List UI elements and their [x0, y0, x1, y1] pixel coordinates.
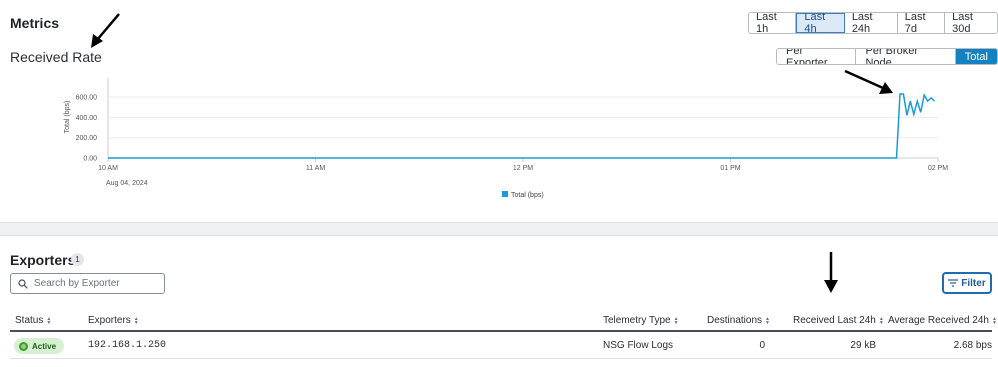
metrics-title: Metrics	[10, 15, 60, 31]
column-received-last-24h[interactable]: Received Last 24h ▲ ▼	[793, 315, 884, 326]
received-last-24h-cell: 29 kB	[850, 340, 876, 351]
sort-icon: ▲ ▼	[765, 315, 770, 326]
status-badge: Active	[14, 338, 65, 354]
sort-icon: ▲ ▼	[673, 315, 679, 326]
annotation-arrow	[844, 69, 893, 94]
legend-swatch	[502, 191, 508, 197]
exporter-address[interactable]: 192.168.1.250	[88, 340, 166, 351]
filter-button[interactable]: Filter	[942, 272, 992, 294]
x-tick-label: 10 AM	[98, 165, 118, 172]
x-tick-label: 02 PM	[928, 165, 948, 172]
time-range-1h-button[interactable]: Last 1h	[749, 13, 797, 33]
search-input[interactable]	[34, 278, 154, 289]
destinations-cell: 0	[759, 340, 765, 351]
column-status[interactable]: Status ▲ ▼	[15, 315, 51, 326]
time-range-4h-button[interactable]: Last 4h	[796, 13, 845, 33]
table-row[interactable]: Active 192.168.1.250 NSG Flow Logs 0 29 …	[10, 333, 992, 359]
y-tick-label: 0.00	[83, 156, 97, 163]
filter-icon	[948, 279, 959, 287]
total-button[interactable]: Total	[955, 49, 997, 64]
annotation-arrow	[91, 13, 120, 48]
annotation-arrow	[824, 252, 838, 293]
column-destinations[interactable]: Destinations ▲ ▼	[707, 315, 770, 326]
received-rate-title: Received Rate	[10, 49, 102, 65]
per-broker-node-button[interactable]: Per Broker Node	[856, 49, 956, 64]
search-icon	[18, 278, 28, 289]
section-divider	[0, 222, 998, 236]
x-tick-label: 01 PM	[720, 165, 740, 172]
filter-label: Filter	[961, 277, 986, 289]
sort-icon: ▲ ▼	[878, 315, 884, 326]
column-exporters[interactable]: Exporters ▲ ▼	[88, 315, 139, 326]
x-tick-label: 11 AM	[306, 165, 325, 172]
series-total-line	[108, 92, 936, 159]
column-average-received-24h[interactable]: Average Received 24h ▲ ▼	[888, 315, 997, 326]
telemetry-type-cell: NSG Flow Logs	[603, 340, 674, 351]
sort-icon: ▲ ▼	[133, 315, 139, 326]
time-range-30d-button[interactable]: Last 30d	[945, 13, 997, 33]
per-exporter-button[interactable]: Per Exporter	[777, 49, 857, 64]
sort-icon: ▲ ▼	[46, 315, 52, 326]
time-range-24h-button[interactable]: Last 24h	[844, 13, 898, 33]
column-telemetry-type[interactable]: Telemetry Type ▲ ▼	[603, 315, 679, 326]
x-date-label: Aug 04, 2024	[106, 180, 148, 187]
exporters-table-header: Status ▲ ▼ Exporters ▲ ▼ Telemetry Type ▲ ▼…	[10, 310, 997, 332]
y-tick-label: 400.00	[76, 115, 98, 122]
time-range-7d-button[interactable]: Last 7d	[897, 13, 946, 33]
y-tick-label: 200.00	[76, 135, 98, 142]
exporters-count-badge: 1	[71, 253, 84, 266]
exporter-search[interactable]	[10, 273, 165, 294]
active-status-icon	[19, 341, 28, 351]
time-range-selector: Last 1h Last 4h Last 24h Last 7d Last 30…	[748, 12, 998, 34]
sort-icon: ▲ ▼	[992, 315, 997, 326]
view-mode-selector: Per Exporter Per Broker Node Total	[776, 48, 998, 65]
y-tick-label: 600.00	[76, 95, 98, 102]
average-received-24h-cell: 2.68 bps	[953, 340, 992, 351]
exporters-title: Exporters	[10, 252, 76, 268]
legend-label: Total (bps)	[511, 192, 544, 199]
x-tick-label: 12 PM	[513, 165, 533, 172]
y-axis-label: Total (bps)	[64, 101, 71, 134]
